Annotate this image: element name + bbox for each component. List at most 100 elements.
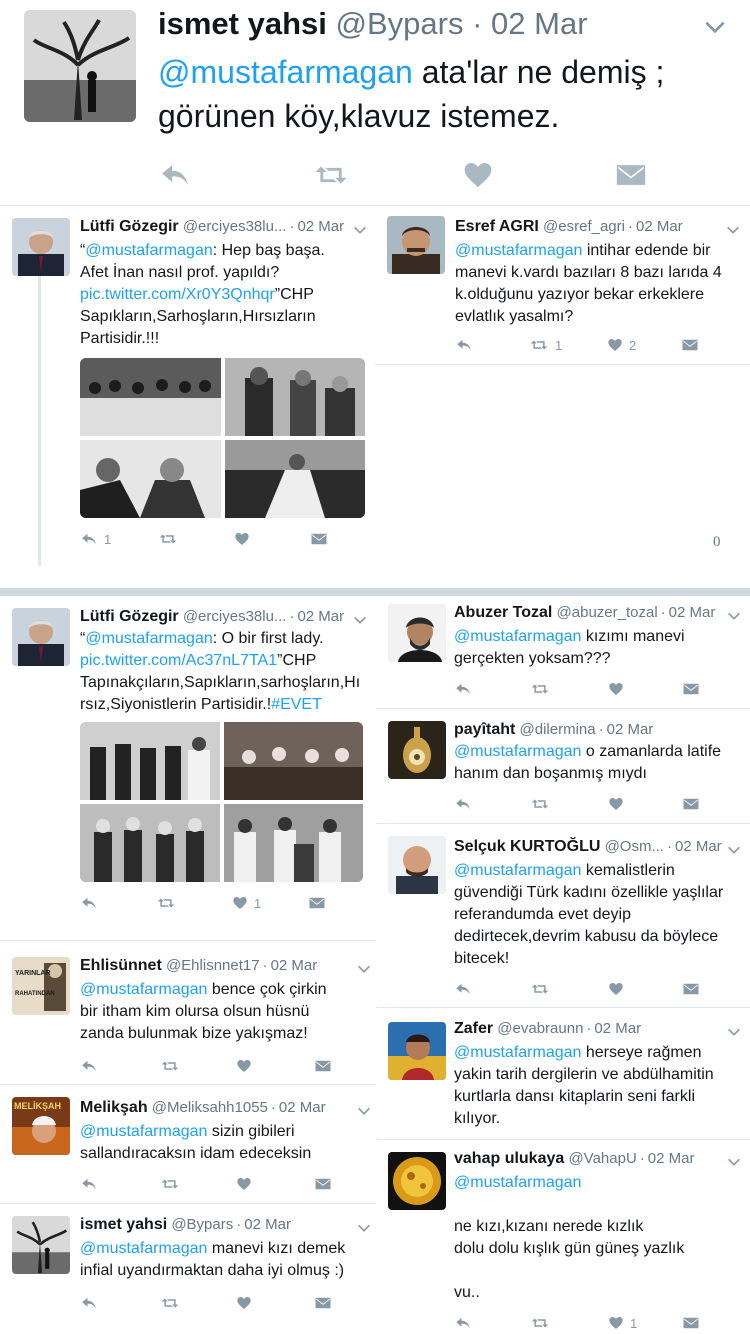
retweet-button[interactable]: [160, 1294, 180, 1312]
user-name[interactable]: Lütfi Gözegir: [80, 608, 179, 625]
retweet-button[interactable]: [158, 530, 178, 548]
user-handle[interactable]: @Bypars: [171, 1216, 233, 1233]
photo[interactable]: [80, 440, 221, 518]
reply-button[interactable]: [455, 336, 473, 354]
retweet-button[interactable]: [530, 680, 550, 698]
tweet-date[interactable]: 02 Mar: [648, 1150, 695, 1167]
mention-link[interactable]: @mustafarmagan: [85, 242, 212, 259]
media-link[interactable]: pic.twitter.com/Xr0Y3Qnhqr: [80, 286, 275, 303]
user-name[interactable]: ismet yahsi: [80, 1216, 167, 1233]
like-button[interactable]: [608, 795, 624, 813]
chevron-down-icon[interactable]: [356, 1103, 372, 1119]
avatar[interactable]: [24, 10, 136, 122]
tweet-date[interactable]: 02 Mar: [636, 218, 683, 235]
photo[interactable]: [224, 358, 365, 436]
avatar[interactable]: [388, 1152, 446, 1210]
like-button[interactable]: [236, 1175, 252, 1193]
tweet-date[interactable]: 02 Mar: [271, 957, 318, 974]
reply-button[interactable]: [80, 1294, 98, 1312]
photo[interactable]: [223, 722, 363, 800]
photo[interactable]: [80, 804, 220, 882]
message-button[interactable]: [682, 980, 700, 998]
mention-link[interactable]: @mustafarmagan: [454, 1174, 581, 1191]
reply-icon[interactable]: [158, 158, 192, 192]
user-name[interactable]: Lütfi Gözegir: [80, 218, 179, 235]
photo[interactable]: [80, 722, 220, 800]
reply-button[interactable]: 1: [80, 530, 111, 548]
media-grid[interactable]: [80, 722, 363, 882]
chevron-down-icon[interactable]: [726, 608, 742, 624]
like-button[interactable]: [236, 1057, 252, 1075]
hashtag-link[interactable]: #EVET: [271, 696, 322, 713]
user-name[interactable]: Abuzer Tozal: [454, 604, 552, 621]
mention-link[interactable]: @mustafarmagan: [454, 628, 581, 645]
user-name[interactable]: Esref AGRI: [455, 218, 539, 235]
user-handle[interactable]: @evabraunn: [497, 1020, 583, 1037]
media-grid[interactable]: [80, 358, 365, 518]
like-button[interactable]: [608, 680, 624, 698]
like-button[interactable]: [236, 1294, 252, 1312]
user-name[interactable]: payîtaht: [454, 721, 515, 738]
user-handle[interactable]: @dilermina: [520, 721, 596, 738]
like-button[interactable]: [608, 980, 624, 998]
user-handle[interactable]: @abuzer_tozal: [557, 604, 658, 621]
mention-link[interactable]: @mustafarmagan: [454, 1044, 581, 1061]
tweet-date[interactable]: 02 Mar: [297, 218, 344, 235]
photo[interactable]: [224, 440, 365, 518]
reply-button[interactable]: [454, 1314, 472, 1332]
avatar[interactable]: [388, 721, 446, 779]
avatar[interactable]: [388, 836, 446, 894]
chevron-down-icon[interactable]: [352, 612, 368, 628]
message-button[interactable]: [314, 1175, 332, 1193]
user-handle[interactable]: @Bypars: [336, 6, 464, 41]
user-handle[interactable]: @esref_agri: [543, 218, 625, 235]
reply-button[interactable]: [454, 980, 472, 998]
chevron-down-icon[interactable]: [356, 1220, 372, 1236]
retweet-button[interactable]: [530, 1314, 550, 1332]
chevron-down-icon[interactable]: [726, 842, 742, 858]
like-button[interactable]: [234, 530, 250, 548]
reply-button[interactable]: [454, 795, 472, 813]
user-handle[interactable]: @Meliksahh1055: [152, 1099, 268, 1116]
like-button[interactable]: 2: [607, 336, 636, 354]
tweet-date[interactable]: 02 Mar: [675, 838, 722, 855]
chevron-down-icon[interactable]: [726, 1024, 742, 1040]
message-button[interactable]: [314, 1294, 332, 1312]
tweet-date[interactable]: 02 Mar: [607, 721, 654, 738]
user-name[interactable]: Selçuk KURTOĞLU: [454, 838, 600, 855]
reply-button[interactable]: [80, 894, 98, 912]
user-handle[interactable]: @erciyes38lu...: [183, 608, 287, 625]
retweet-button[interactable]: 1: [529, 336, 562, 354]
tweet-date[interactable]: 02 Mar: [297, 608, 344, 625]
message-button[interactable]: [310, 530, 328, 548]
user-name[interactable]: ismet yahsi: [158, 6, 327, 41]
mention-link[interactable]: @mustafarmagan: [455, 242, 582, 259]
photo[interactable]: [80, 358, 221, 436]
retweet-button[interactable]: [160, 1175, 180, 1193]
retweet-icon[interactable]: [312, 158, 350, 192]
message-button[interactable]: [682, 680, 700, 698]
mention-link[interactable]: @mustafarmagan: [80, 1240, 207, 1257]
reply-button[interactable]: [80, 1175, 98, 1193]
like-icon[interactable]: [462, 158, 494, 192]
avatar[interactable]: [388, 1022, 446, 1080]
retweet-button[interactable]: [530, 795, 550, 813]
message-button[interactable]: [308, 894, 326, 912]
mention-link[interactable]: @mustafarmagan: [454, 862, 581, 879]
avatar[interactable]: [12, 218, 70, 276]
chevron-down-icon[interactable]: [726, 1154, 742, 1170]
tweet-date[interactable]: 02 Mar: [491, 6, 587, 41]
user-handle[interactable]: @erciyes38lu...: [183, 218, 287, 235]
like-button[interactable]: 1: [232, 894, 261, 912]
avatar[interactable]: [12, 1216, 70, 1274]
retweet-button[interactable]: [160, 1057, 180, 1075]
avatar[interactable]: [387, 216, 445, 274]
mention-link[interactable]: @mustafarmagan: [80, 981, 207, 998]
user-name[interactable]: vahap ulukaya: [454, 1150, 564, 1167]
avatar[interactable]: [388, 604, 446, 662]
photo[interactable]: [223, 804, 363, 882]
retweet-button[interactable]: [156, 894, 176, 912]
tweet-date[interactable]: 02 Mar: [244, 1216, 291, 1233]
chevron-down-icon[interactable]: [702, 14, 728, 40]
media-link[interactable]: pic.twitter.com/Ac37nL7TA1: [80, 652, 277, 669]
